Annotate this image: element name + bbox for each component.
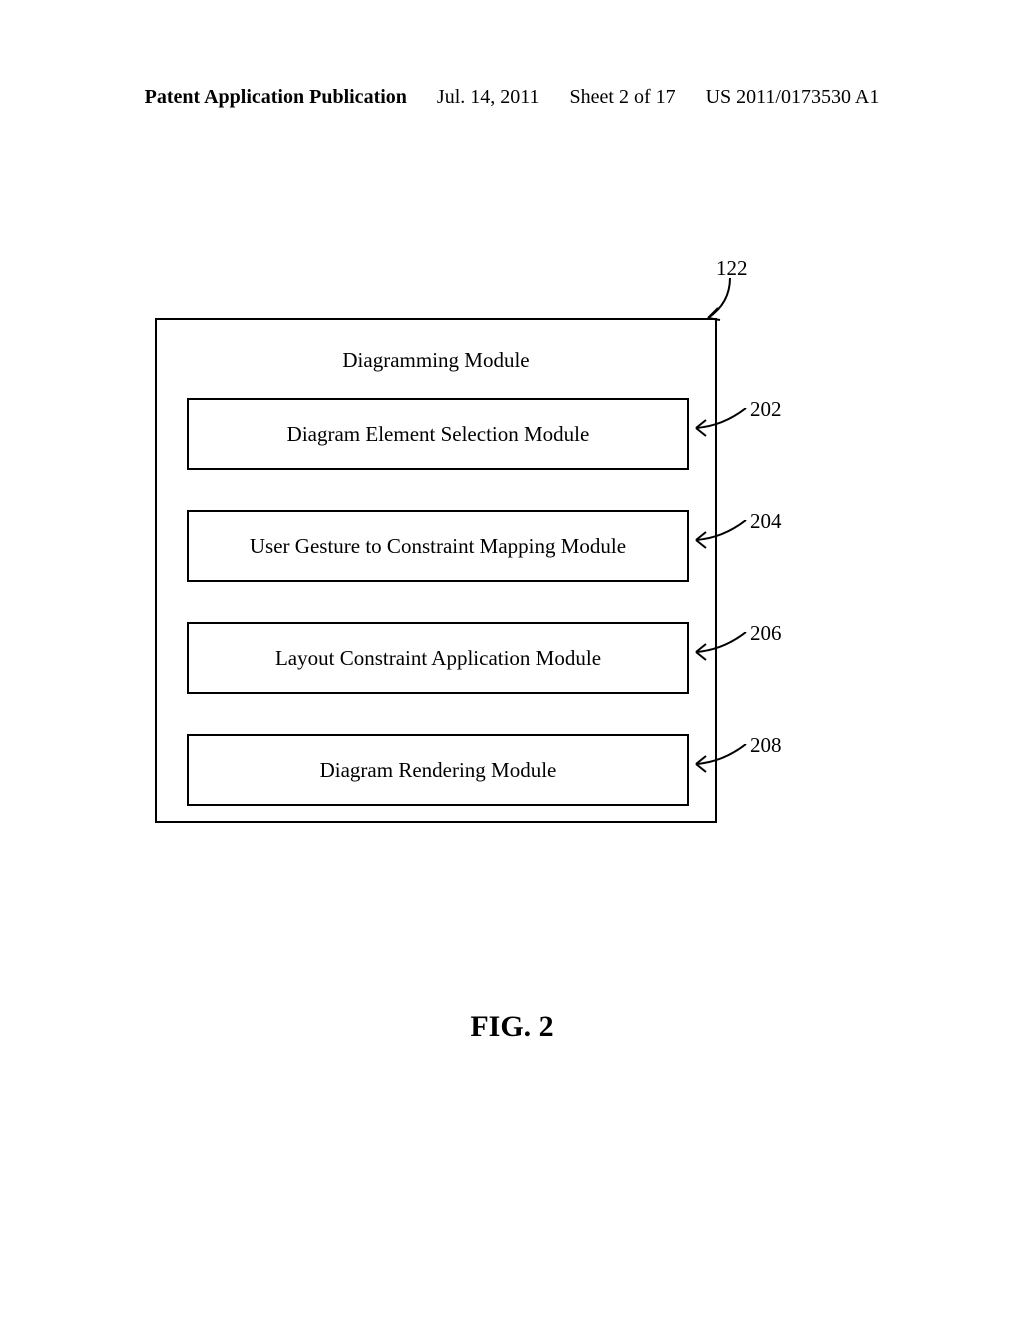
diagramming-module-title: Diagramming Module <box>157 348 715 373</box>
module-box-rendering: Diagram Rendering Module <box>187 734 689 806</box>
ref-label-208: 208 <box>750 733 782 758</box>
inner-boxes-container: Diagram Element Selection Module User Ge… <box>187 398 689 846</box>
ref-label-206: 206 <box>750 621 782 646</box>
module-label: Diagram Rendering Module <box>320 758 557 783</box>
module-label: User Gesture to Constraint Mapping Modul… <box>250 534 626 559</box>
ref-label-204: 204 <box>750 509 782 534</box>
patent-figure-page: Patent Application Publication Jul. 14, … <box>0 0 1024 1320</box>
module-box-layout-constraint: Layout Constraint Application Module <box>187 622 689 694</box>
module-label: Diagram Element Selection Module <box>287 422 590 447</box>
module-box-gesture-mapping: User Gesture to Constraint Mapping Modul… <box>187 510 689 582</box>
pointer-206-icon <box>688 632 748 662</box>
figure-caption: FIG. 2 <box>0 1010 1024 1044</box>
module-label: Layout Constraint Application Module <box>275 646 601 671</box>
ref-label-202: 202 <box>750 397 782 422</box>
header-publication-type: Patent Application Publication <box>145 86 407 109</box>
pointer-202-icon <box>688 408 748 438</box>
header-date: Jul. 14, 2011 <box>437 86 540 109</box>
header-sheet: Sheet 2 of 17 <box>570 86 676 109</box>
header-publication-number: US 2011/0173530 A1 <box>706 86 880 109</box>
pointer-208-icon <box>688 744 748 774</box>
diagramming-module-box: Diagramming Module Diagram Element Selec… <box>155 318 717 823</box>
module-box-selection: Diagram Element Selection Module <box>187 398 689 470</box>
pointer-204-icon <box>688 520 748 550</box>
page-header: Patent Application Publication Jul. 14, … <box>0 86 1024 109</box>
